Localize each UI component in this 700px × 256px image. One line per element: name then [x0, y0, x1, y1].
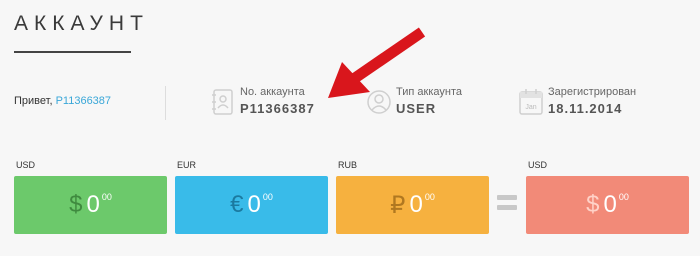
total-decimals: 00	[618, 192, 629, 202]
calendar-icon-text: Jan	[525, 104, 536, 111]
currency-label-rub: RUB	[338, 160, 358, 170]
balance-decimals: 00	[262, 192, 273, 202]
account-number-label: No. аккаунта	[240, 86, 305, 98]
page-title: АККАУНТ	[14, 12, 149, 35]
balance-decimals: 00	[101, 192, 112, 202]
registered-label: Зарегистрирован	[548, 86, 637, 98]
dollar-icon: $	[69, 191, 83, 218]
balance-amount: 0	[86, 191, 100, 218]
balance-card-eur[interactable]: € 0 00	[175, 176, 328, 234]
balance-amount: 0	[409, 191, 423, 218]
account-number-value: P11366387	[240, 101, 315, 116]
ruble-icon: ₽	[390, 191, 406, 219]
greeting: Привет, P11366387	[14, 95, 111, 107]
balance-amount: 0	[247, 191, 261, 218]
greeting-prefix: Привет,	[14, 95, 56, 107]
registered-info: Jan Зарегистрирован 18.11.2014	[518, 86, 678, 120]
divider	[165, 86, 166, 120]
title-underline	[14, 51, 131, 53]
total-amount: 0	[603, 191, 617, 218]
dollar-icon: $	[586, 191, 600, 218]
balance-decimals: 00	[424, 192, 435, 202]
balance-card-usd[interactable]: $ 0 00	[14, 176, 167, 234]
currency-label-eur: EUR	[177, 160, 197, 170]
euro-icon: €	[230, 191, 244, 218]
calendar-icon: Jan	[519, 89, 543, 115]
registered-value: 18.11.2014	[548, 101, 623, 116]
annotation-arrow	[328, 27, 426, 98]
currency-label-total: USD	[528, 160, 548, 170]
equals-icon	[497, 195, 517, 215]
account-link[interactable]: P11366387	[56, 95, 111, 107]
currency-label-usd: USD	[16, 160, 36, 170]
address-book-icon	[212, 89, 233, 115]
balance-card-rub[interactable]: ₽ 0 00	[336, 176, 489, 234]
balance-card-total[interactable]: $ 0 00	[526, 176, 689, 234]
